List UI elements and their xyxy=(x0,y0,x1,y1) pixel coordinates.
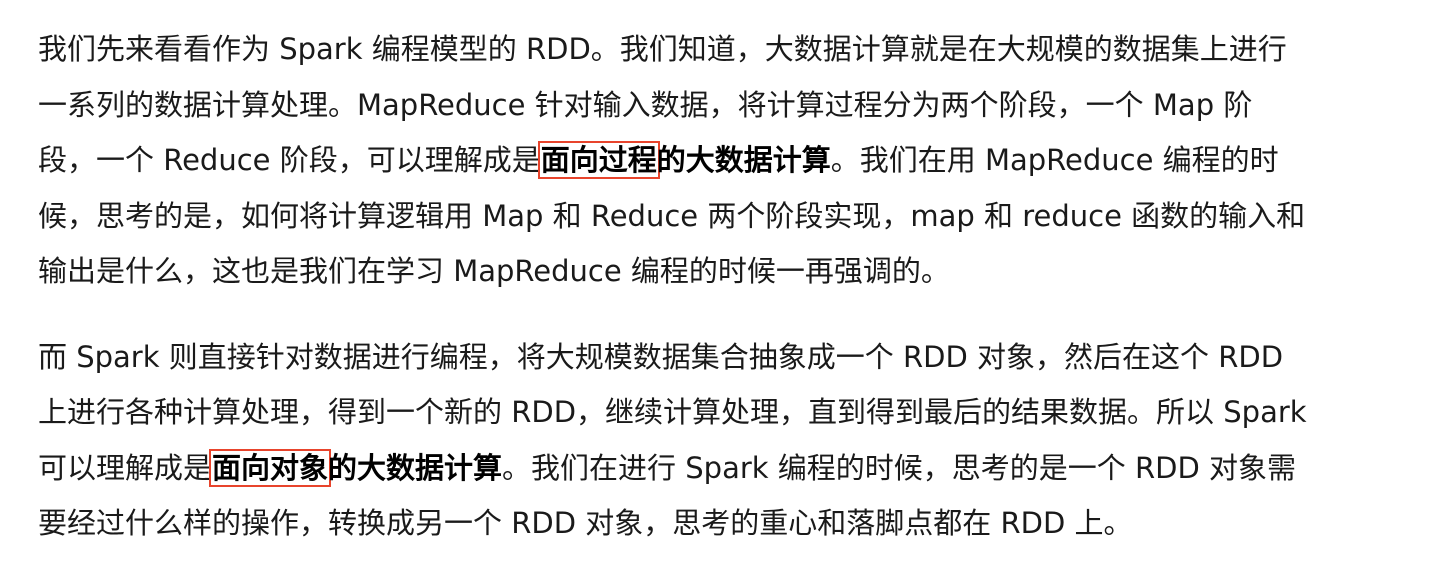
text-run: 段，一个 Reduce 阶段，可以理解成是 xyxy=(38,143,541,177)
text-line: 我们先来看看作为 Spark 编程模型的 RDD。我们知道，大数据计算就是在大规… xyxy=(38,32,1287,66)
text-run: 可以理解成是 xyxy=(38,450,213,485)
text-run: 。我们在进行 Spark 编程的时候，思考的是一个 RDD 对象需 xyxy=(502,450,1297,485)
text-line: 一系列的数据计算处理。MapReduce 针对输入数据，将计算过程分为两个阶段，… xyxy=(38,87,1253,122)
paragraph-mapreduce: 我们先来看看作为 Spark 编程模型的 RDD。我们知道，大数据计算就是在大规… xyxy=(38,22,1438,300)
article-body: 我们先来看看作为 Spark 编程模型的 RDD。我们知道，大数据计算就是在大规… xyxy=(0,0,1448,586)
emphasis-text: 的大数据计算 xyxy=(656,143,831,177)
text-line: 段，一个 Reduce 阶段，可以理解成是面向过程的大数据计算。我们在用 Map… xyxy=(38,133,1438,189)
text-line: 而 Spark 则直接针对数据进行编程，将大规模数据集合抽象成一个 RDD 对象… xyxy=(38,339,1284,374)
highlight-process-oriented: 面向过程 xyxy=(537,141,660,179)
paragraph-spark: 而 Spark 则直接针对数据进行编程，将大规模数据集合抽象成一个 RDD 对象… xyxy=(38,330,1438,552)
text-run: 。我们在用 MapReduce 编程的时 xyxy=(830,143,1279,177)
text-line: 上进行各种计算处理，得到一个新的 RDD，继续计算处理，直到得到最后的结果数据。… xyxy=(38,395,1307,429)
text-line: 候，思考的是，如何将计算逻辑用 Map 和 Reduce 两个阶段实现，map … xyxy=(38,198,1306,233)
emphasis-text: 的大数据计算 xyxy=(328,450,503,485)
text-line: 要经过什么样的操作，转换成另一个 RDD 对象，思考的重心和落脚点都在 RDD … xyxy=(38,506,1133,540)
text-line: 可以理解成是面向对象的大数据计算。我们在进行 Spark 编程的时候，思考的是一… xyxy=(38,441,1438,497)
highlight-object-oriented: 面向对象 xyxy=(209,448,332,487)
text-line: 输出是什么，这也是我们在学习 MapReduce 编程的时候一再强调的。 xyxy=(38,254,950,288)
